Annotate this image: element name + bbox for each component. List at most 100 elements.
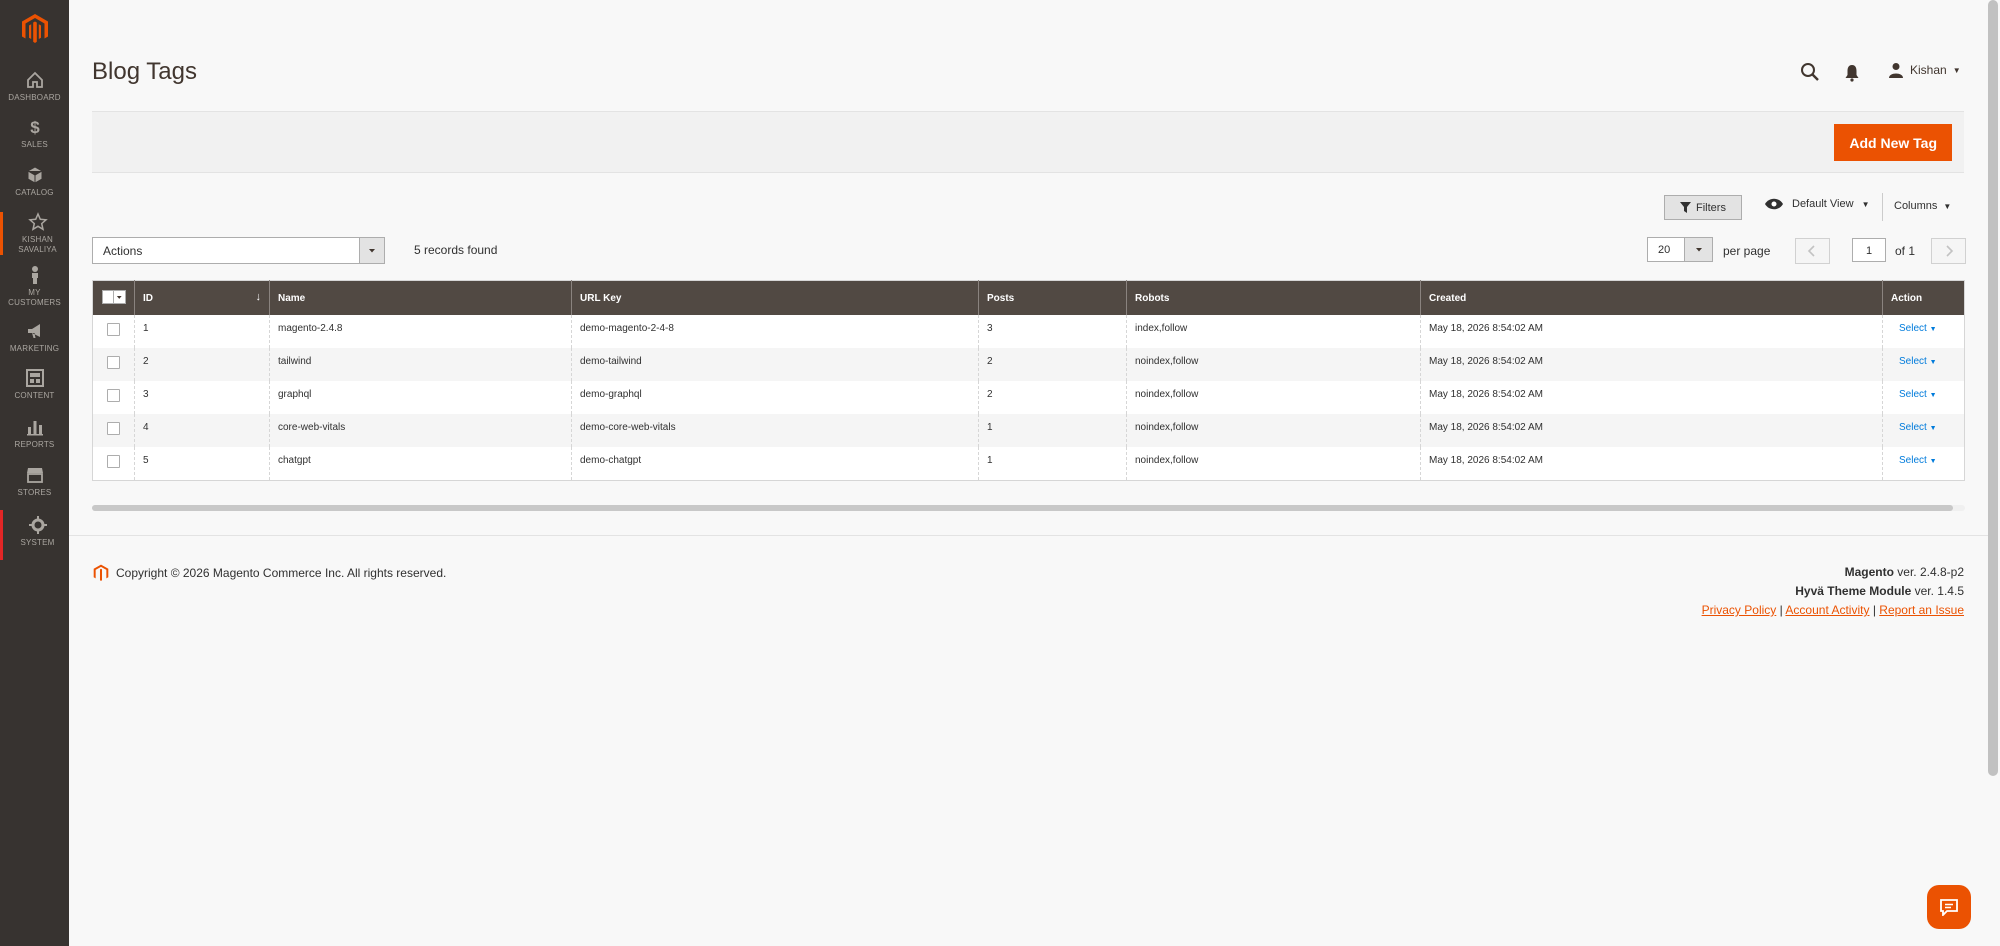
nav-stores[interactable]: STORES bbox=[0, 465, 69, 498]
row-checkbox-cell[interactable] bbox=[92, 315, 135, 348]
chevron-down-icon: ▼ bbox=[1943, 201, 1952, 211]
per-page-dropdown-button[interactable] bbox=[1685, 237, 1713, 262]
nav-reports[interactable]: REPORTS bbox=[0, 417, 69, 450]
nav-dashboard[interactable]: DASHBOARD bbox=[0, 70, 69, 103]
cell-robots: noindex,follow bbox=[1126, 414, 1421, 447]
nav-content[interactable]: CONTENT bbox=[0, 368, 69, 401]
page-actions-bar: Add New Tag bbox=[92, 111, 1964, 173]
chevron-down-icon bbox=[116, 296, 122, 299]
column-header-created[interactable]: Created bbox=[1420, 280, 1883, 315]
cell-name: core-web-vitals bbox=[269, 414, 572, 447]
table-row[interactable]: 4 core-web-vitals demo-core-web-vitals 1… bbox=[92, 414, 1965, 447]
magento-logo[interactable] bbox=[19, 13, 51, 45]
cell-name: tailwind bbox=[269, 348, 572, 381]
column-header-action: Action bbox=[1882, 280, 1965, 315]
filter-funnel-icon bbox=[1680, 202, 1692, 213]
megaphone-icon bbox=[27, 324, 40, 338]
column-header-id-label: ID bbox=[143, 292, 153, 304]
column-header-url-key[interactable]: URL Key bbox=[571, 280, 979, 315]
row-action-select[interactable]: Select ▼ bbox=[1899, 323, 1937, 334]
default-view-dropdown[interactable]: Default View ▼ bbox=[1764, 198, 1869, 210]
previous-page-button[interactable] bbox=[1795, 238, 1830, 264]
row-checkbox-cell[interactable] bbox=[92, 348, 135, 381]
cell-robots: noindex,follow bbox=[1126, 447, 1421, 480]
filters-button[interactable]: Filters bbox=[1664, 195, 1742, 220]
report-issue-link[interactable]: Report an Issue bbox=[1879, 603, 1964, 617]
cell-created: May 18, 2026 8:54:02 AM bbox=[1420, 381, 1883, 414]
row-action-select[interactable]: Select ▼ bbox=[1899, 422, 1937, 433]
per-page-input[interactable]: 20 bbox=[1647, 237, 1685, 262]
vertical-scrollbar-thumb[interactable] bbox=[1988, 0, 1998, 776]
row-checkbox[interactable] bbox=[107, 356, 120, 369]
add-new-tag-button[interactable]: Add New Tag bbox=[1834, 124, 1952, 161]
table-row[interactable]: 2 tailwind demo-tailwind 2 noindex,follo… bbox=[92, 348, 1965, 381]
column-header-name[interactable]: Name bbox=[269, 280, 572, 315]
table-row[interactable]: 1 magento-2.4.8 demo-magento-2-4-8 3 ind… bbox=[92, 315, 1965, 348]
nav-dashboard-label: DASHBOARD bbox=[8, 93, 61, 102]
cell-id: 2 bbox=[134, 348, 270, 381]
nav-my-customers[interactable]: MY CUSTOMERS bbox=[0, 265, 69, 308]
cell-posts: 2 bbox=[978, 348, 1127, 381]
footer-divider bbox=[69, 535, 1988, 536]
hyva-version: ver. 1.4.5 bbox=[1914, 584, 1964, 598]
nav-kishan-savaliya[interactable]: KISHAN SAVALIYA bbox=[0, 212, 72, 255]
svg-text:$: $ bbox=[30, 118, 40, 137]
row-checkbox[interactable] bbox=[107, 455, 120, 468]
cell-url-key: demo-chatgpt bbox=[571, 447, 979, 480]
bar-chart-icon bbox=[26, 421, 43, 436]
chevron-down-icon: ▼ bbox=[1929, 359, 1937, 366]
table-row[interactable]: 5 chatgpt demo-chatgpt 1 noindex,follow … bbox=[92, 447, 1965, 480]
columns-dropdown[interactable]: Columns ▼ bbox=[1894, 200, 1951, 212]
page-number-input[interactable]: 1 bbox=[1852, 238, 1886, 262]
nav-catalog[interactable]: CATALOG bbox=[0, 165, 69, 198]
admin-sidebar: DASHBOARD $ SALES CATALOG KISHAN SAVALIY… bbox=[0, 0, 69, 946]
nav-sales[interactable]: $ SALES bbox=[0, 117, 69, 150]
user-menu[interactable]: Kishan ▼ bbox=[1888, 62, 1961, 78]
horizontal-scrollbar-thumb[interactable] bbox=[92, 505, 1953, 511]
nav-content-label: CONTENT bbox=[14, 391, 55, 400]
nav-stores-label: STORES bbox=[17, 488, 52, 497]
page-total-label: of 1 bbox=[1895, 244, 1916, 258]
row-checkbox-cell[interactable] bbox=[92, 381, 135, 414]
nav-catalog-label: CATALOG bbox=[15, 188, 54, 197]
search-icon[interactable] bbox=[1800, 62, 1820, 82]
row-checkbox-cell[interactable] bbox=[92, 414, 135, 447]
person-icon bbox=[31, 266, 38, 284]
privacy-policy-link[interactable]: Privacy Policy bbox=[1702, 603, 1777, 617]
cell-created: May 18, 2026 8:54:02 AM bbox=[1420, 414, 1883, 447]
cell-robots: noindex,follow bbox=[1126, 348, 1421, 381]
chevron-down-icon: ▼ bbox=[1952, 65, 1961, 75]
nav-marketing[interactable]: MARKETING bbox=[0, 321, 69, 354]
nav-system[interactable]: SYSTEM bbox=[0, 510, 72, 560]
row-checkbox[interactable] bbox=[107, 389, 120, 402]
cell-id: 5 bbox=[134, 447, 270, 480]
footer-links: Privacy Policy | Account Activity | Repo… bbox=[1702, 601, 1964, 620]
row-action-select[interactable]: Select ▼ bbox=[1899, 455, 1937, 466]
user-name: Kishan bbox=[1910, 63, 1947, 77]
table-row[interactable]: 3 graphql demo-graphql 2 noindex,follow … bbox=[92, 381, 1965, 414]
layout-icon bbox=[25, 369, 44, 387]
mass-select-checkbox[interactable] bbox=[101, 290, 126, 304]
notification-bell-icon[interactable] bbox=[1844, 64, 1860, 82]
column-header-id[interactable]: ID ↓ bbox=[134, 280, 270, 315]
next-page-button[interactable] bbox=[1931, 238, 1966, 264]
row-action-select[interactable]: Select ▼ bbox=[1899, 389, 1937, 400]
row-action-select[interactable]: Select ▼ bbox=[1899, 356, 1937, 367]
nav-system-label: SYSTEM bbox=[20, 538, 55, 547]
account-activity-link[interactable]: Account Activity bbox=[1785, 603, 1869, 617]
cell-action: Select ▼ bbox=[1882, 315, 1965, 348]
mass-actions-select[interactable]: Actions bbox=[92, 237, 385, 264]
dollar-icon: $ bbox=[30, 118, 40, 137]
cell-action: Select ▼ bbox=[1882, 447, 1965, 480]
row-checkbox[interactable] bbox=[107, 422, 120, 435]
chevron-down-icon: ▼ bbox=[1929, 392, 1937, 399]
row-checkbox-cell[interactable] bbox=[92, 447, 135, 480]
table-header-row: ID ↓ Name URL Key Posts Robots Created Ac… bbox=[92, 280, 1965, 315]
row-checkbox[interactable] bbox=[107, 323, 120, 336]
column-header-posts[interactable]: Posts bbox=[978, 280, 1127, 315]
column-header-robots[interactable]: Robots bbox=[1126, 280, 1421, 315]
nav-customers-label-2: CUSTOMERS bbox=[8, 298, 61, 307]
mass-select-header[interactable] bbox=[92, 280, 135, 315]
hyva-version-line: Hyvä Theme Module ver. 1.4.5 bbox=[1702, 582, 1964, 601]
chat-widget-button[interactable] bbox=[1927, 885, 1971, 929]
